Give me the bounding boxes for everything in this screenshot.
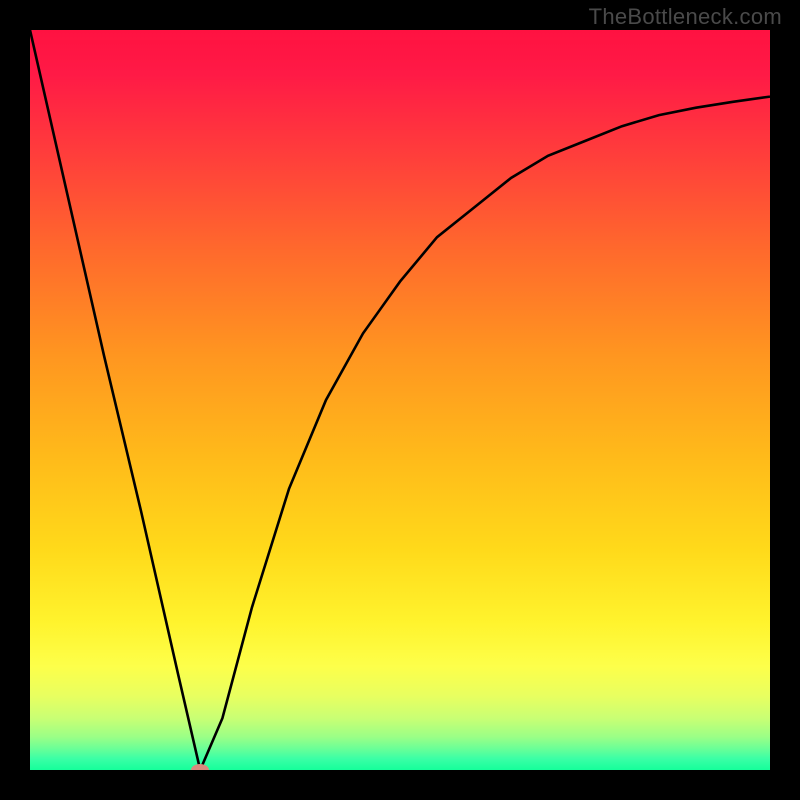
plot-area <box>30 30 770 770</box>
chart-frame: TheBottleneck.com <box>0 0 800 800</box>
bottleneck-curve <box>30 30 770 770</box>
watermark-text: TheBottleneck.com <box>589 4 782 30</box>
minimum-marker <box>191 764 209 770</box>
